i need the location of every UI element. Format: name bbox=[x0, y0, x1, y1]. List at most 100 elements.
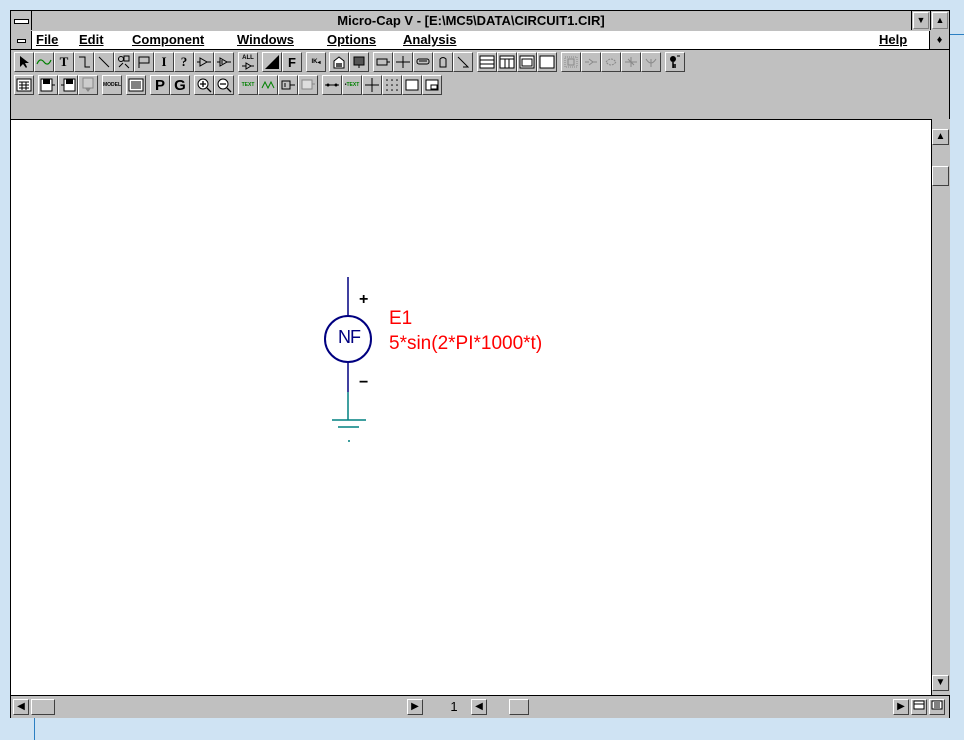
window-3-icon[interactable] bbox=[517, 52, 537, 72]
library-icon[interactable] bbox=[78, 75, 98, 95]
menu-component[interactable]: Component bbox=[132, 31, 204, 49]
toolbar-secondary: MODEL P G TEXT • TEXT bbox=[11, 73, 949, 97]
component-value[interactable]: 5*sin(2*PI*1000*t) bbox=[389, 333, 542, 355]
window-1-icon[interactable] bbox=[477, 52, 497, 72]
window-title: Micro-Cap V - [E:\MC5\DATA\CIRCUIT1.CIR] bbox=[337, 13, 605, 28]
arrow-right-icon: ▶ bbox=[897, 701, 905, 712]
dots-icon[interactable] bbox=[382, 75, 402, 95]
menu-help[interactable]: Help bbox=[879, 31, 907, 49]
arrow-left-icon: ◀ bbox=[17, 701, 25, 712]
probe-icon[interactable] bbox=[433, 52, 453, 72]
zoom-in-icon[interactable] bbox=[194, 75, 214, 95]
frame-2-icon[interactable] bbox=[422, 75, 442, 95]
page-scroll-thumb[interactable] bbox=[509, 699, 529, 715]
menu-edit[interactable]: Edit bbox=[79, 31, 104, 49]
grid-1-icon[interactable] bbox=[561, 52, 581, 72]
scroll-down-button[interactable]: ▼ bbox=[932, 675, 949, 691]
wire-tool-icon[interactable] bbox=[74, 52, 94, 72]
minimize-icon: ▼ bbox=[916, 15, 926, 25]
help-icon[interactable]: ? bbox=[174, 52, 194, 72]
junction-icon[interactable] bbox=[373, 52, 393, 72]
horizontal-scroll-thumb[interactable] bbox=[31, 699, 55, 715]
window-2-icon[interactable] bbox=[497, 52, 517, 72]
grid-g-icon[interactable]: G bbox=[170, 75, 190, 95]
diagonal-wire-icon[interactable] bbox=[94, 52, 114, 72]
scroll-up-button[interactable]: ▲ bbox=[932, 129, 949, 145]
pin-2-icon[interactable] bbox=[278, 75, 298, 95]
flag-icon[interactable] bbox=[134, 52, 154, 72]
arrow-down-icon: ▼ bbox=[935, 677, 946, 688]
vertical-scroll-thumb[interactable] bbox=[932, 166, 949, 186]
arrow-left-icon: ◀ bbox=[475, 701, 483, 712]
text-a-icon[interactable]: TEXT bbox=[238, 75, 258, 95]
text-tool-icon[interactable]: T bbox=[54, 52, 74, 72]
menu-options[interactable]: Options bbox=[327, 31, 376, 49]
arrow-right-icon: ▶ bbox=[411, 701, 419, 712]
system-menu-button[interactable] bbox=[11, 11, 32, 30]
cursor-icon[interactable] bbox=[453, 52, 473, 72]
all-icon[interactable]: ALL bbox=[238, 52, 258, 72]
plus-terminal-label: + bbox=[359, 291, 369, 308]
app-window: Micro-Cap V - [E:\MC5\DATA\CIRCUIT1.CIR]… bbox=[10, 10, 950, 718]
nodes-icon[interactable]: IK ◂ bbox=[306, 52, 326, 72]
key-icon[interactable] bbox=[665, 52, 685, 72]
frame-icon[interactable] bbox=[402, 75, 422, 95]
grid-3-icon[interactable] bbox=[601, 52, 621, 72]
grid-4-icon[interactable] bbox=[621, 52, 641, 72]
menu-windows[interactable]: Windows bbox=[237, 31, 294, 49]
menu-bar: File Edit Component Windows Options Anal… bbox=[11, 31, 949, 50]
maximize-icon: ▲ bbox=[935, 15, 945, 25]
scroll-right-button[interactable]: ▶ bbox=[893, 699, 909, 715]
text-b-icon[interactable]: • TEXT bbox=[342, 75, 362, 95]
text-view-button[interactable] bbox=[929, 699, 945, 715]
split-view-icon bbox=[913, 700, 925, 710]
menu-file[interactable]: File bbox=[36, 31, 58, 49]
node-line-icon[interactable] bbox=[322, 75, 342, 95]
restore-button[interactable]: ♦ bbox=[929, 31, 949, 49]
document-menu-button[interactable] bbox=[11, 31, 32, 49]
component-icon[interactable] bbox=[114, 52, 134, 72]
grid-5-icon[interactable] bbox=[641, 52, 661, 72]
menu-analysis[interactable]: Analysis bbox=[403, 31, 456, 49]
pin-icon[interactable] bbox=[349, 52, 369, 72]
save-out-icon[interactable] bbox=[58, 75, 78, 95]
page-next-button[interactable]: ◀ bbox=[471, 699, 487, 715]
capacitor-icon[interactable] bbox=[413, 52, 433, 72]
page-p-icon[interactable]: P bbox=[150, 75, 170, 95]
updown-arrow-icon: ♦ bbox=[936, 34, 943, 46]
list-icon[interactable] bbox=[126, 75, 146, 95]
component-name[interactable]: E1 bbox=[389, 308, 412, 330]
schematic-drawing bbox=[324, 277, 372, 442]
info-icon[interactable]: I bbox=[154, 52, 174, 72]
save-in-icon[interactable] bbox=[38, 75, 58, 95]
image-icon[interactable] bbox=[298, 75, 318, 95]
select-arrow-icon[interactable] bbox=[14, 52, 34, 72]
horizontal-scrollbar[interactable]: ◀ ▶ 1 ◀ ▶ bbox=[11, 695, 949, 718]
zoom-out-icon[interactable] bbox=[214, 75, 234, 95]
calculator-icon[interactable] bbox=[14, 75, 34, 95]
pin-1-icon[interactable] bbox=[258, 75, 278, 95]
battery-icon[interactable] bbox=[393, 52, 413, 72]
toolbar-main: T I ? ALL F IK ◂ bbox=[11, 50, 949, 74]
view-toggle-button[interactable] bbox=[911, 699, 927, 715]
page-prev-button[interactable]: ▶ bbox=[407, 699, 423, 715]
minimize-button[interactable]: ▼ bbox=[911, 11, 930, 30]
buffer-icon[interactable] bbox=[194, 52, 214, 72]
page-number: 1 bbox=[450, 699, 458, 714]
grid-2-icon[interactable] bbox=[581, 52, 601, 72]
title-bar: Micro-Cap V - [E:\MC5\DATA\CIRCUIT1.CIR]… bbox=[11, 11, 949, 32]
model-icon[interactable]: MODEL bbox=[102, 75, 122, 95]
schematic-canvas[interactable]: NF + − E1 5*sin(2*PI*1000*t) bbox=[11, 119, 931, 696]
vertical-scrollbar[interactable]: ▲ ▼ bbox=[931, 119, 950, 695]
font-icon[interactable]: F bbox=[282, 52, 302, 72]
scroll-left-button[interactable]: ◀ bbox=[13, 699, 29, 715]
window-4-icon[interactable] bbox=[537, 52, 557, 72]
source-symbol-label: NF bbox=[338, 327, 361, 347]
bus-icon[interactable] bbox=[329, 52, 349, 72]
fill-icon[interactable] bbox=[262, 52, 282, 72]
cross-icon[interactable] bbox=[362, 75, 382, 95]
sine-wave-icon[interactable] bbox=[34, 52, 54, 72]
buffer-2-icon[interactable] bbox=[214, 52, 234, 72]
text-view-icon bbox=[931, 700, 943, 710]
maximize-button[interactable]: ▲ bbox=[930, 11, 949, 30]
